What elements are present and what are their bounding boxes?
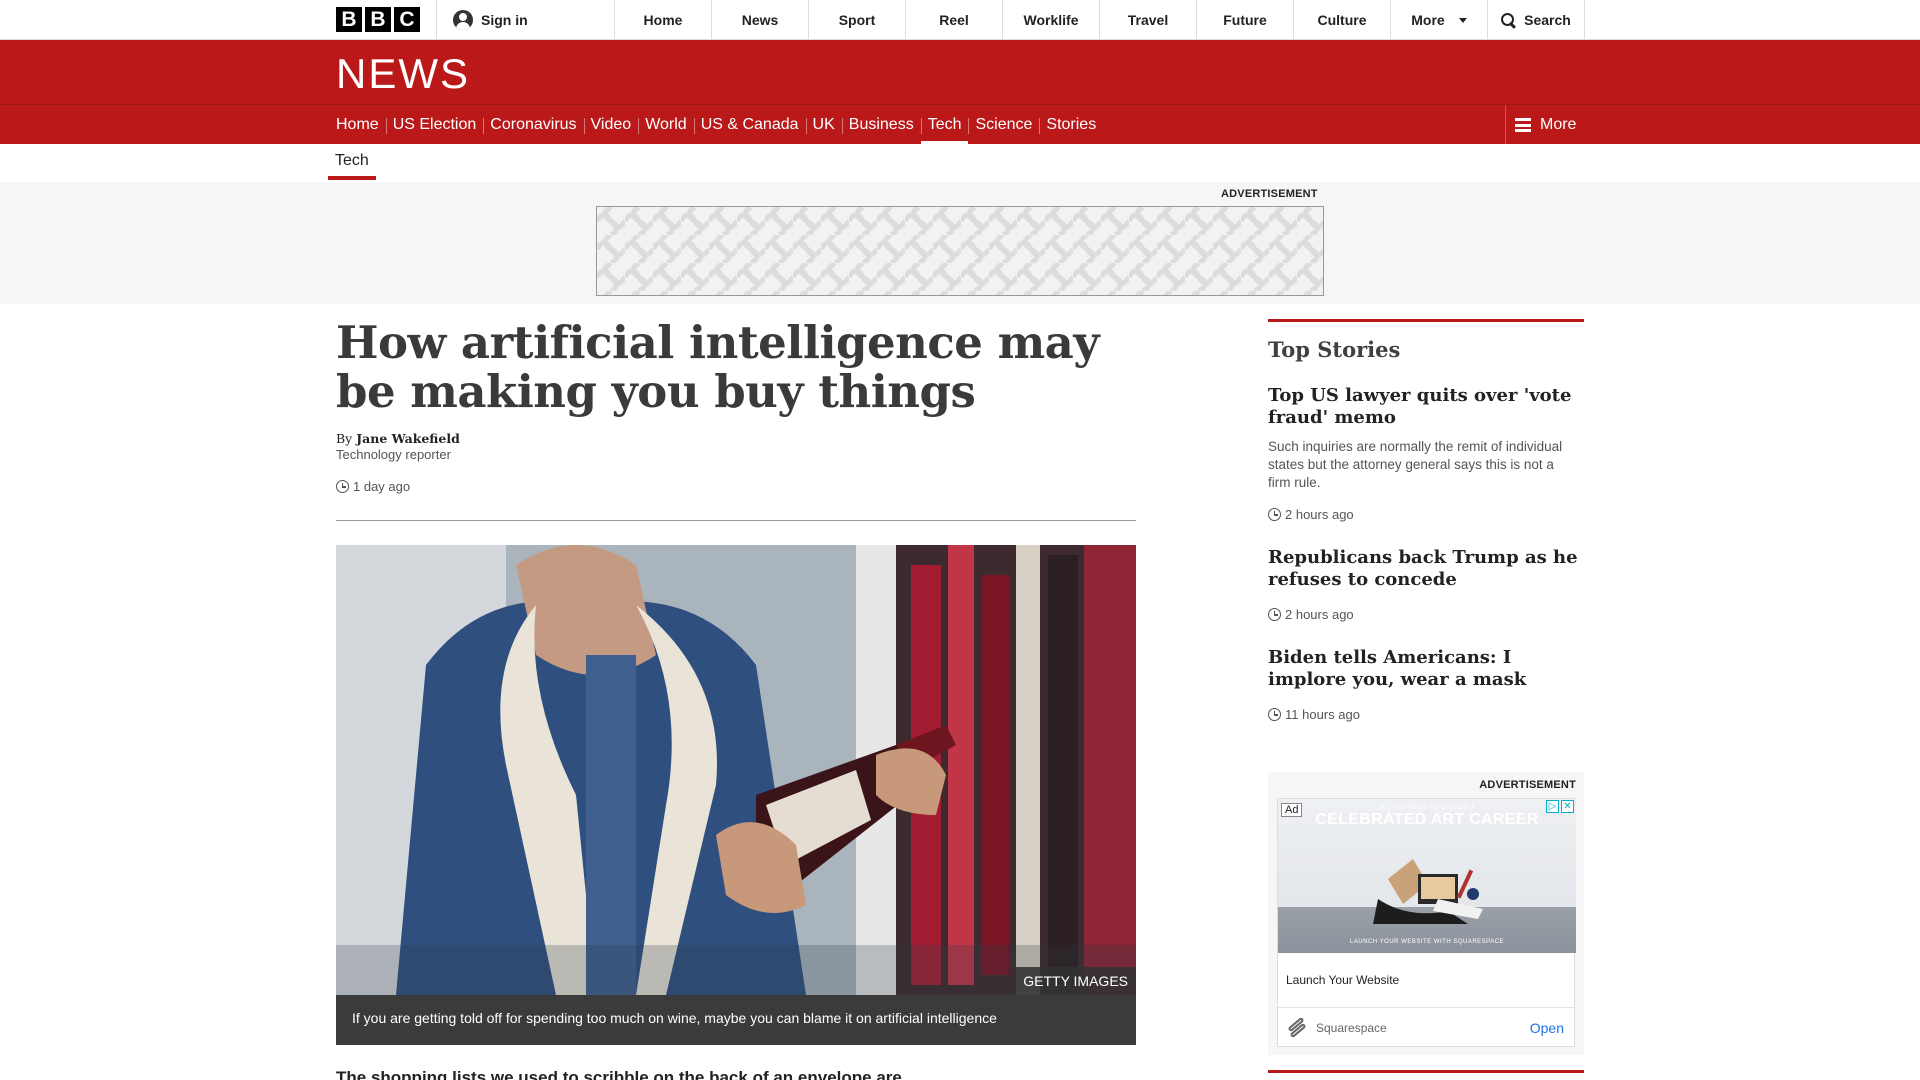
ad-brand: Squarespace [1316,1020,1387,1035]
byline: By Jane Wakefield [336,431,460,446]
section-nav-world[interactable]: World [638,105,694,145]
section-nav-home[interactable]: Home [336,105,386,145]
bbc-logo-letter: B [336,7,362,32]
section-nav-coronavirus[interactable]: Coronavirus [483,105,583,145]
advertisement-label: ADVERTISEMENT [1221,188,1318,200]
section-nav-us-election[interactable]: US Election [385,105,484,145]
bbc-top-bar: B B C Sign in Home News Sport Reel Workl… [0,0,1920,40]
section-nav-uk[interactable]: UK [805,105,842,145]
top-nav-home[interactable]: Home [614,0,711,40]
article-divider [336,520,1136,521]
top-nav-reel[interactable]: Reel [905,0,1002,40]
top-story-timestamp: 2 hours ago [1268,507,1354,522]
article-headline: How artificial intelligence may be makin… [336,316,1100,418]
bbc-logo-letter: B [365,7,391,32]
top-advert-band: ADVERTISEMENT [0,182,1920,304]
image-credit: GETTY IMAGES [1015,967,1136,995]
side-section-rule [1268,1070,1584,1073]
top-nav-culture[interactable]: Culture [1293,0,1390,40]
section-nav-science[interactable]: Science [968,105,1039,145]
clock-icon [1268,608,1281,621]
top-nav-more[interactable]: More [1390,0,1487,40]
bbc-top-nav: Home News Sport Reel Worklife Travel Fut… [614,0,1585,40]
ad-choices-icon[interactable]: ▷ [1546,800,1559,813]
squarespace-ad-card[interactable]: ALL YOU NEED TO LAUNCH A CELEBRATED ART … [1277,798,1576,1047]
search-button[interactable]: Search [1487,0,1585,40]
section-nav-business[interactable]: Business [841,105,921,145]
bbc-logo-letter: C [394,7,420,32]
search-label: Search [1524,12,1571,28]
side-advert: ADVERTISEMENT ALL YOU NEED TO LAUNCH A C… [1268,772,1584,1055]
top-stories-title: Top Stories [1268,337,1401,362]
section-nav-tech[interactable]: Tech [920,105,969,145]
tab-tech[interactable]: Tech [328,144,376,182]
sign-in-link[interactable]: Sign in [436,0,614,40]
article-body-first-line: The shopping lists we used to scribble o… [336,1068,902,1080]
author-name: Jane Wakefield [356,431,460,446]
author-role: Technology reporter [336,447,451,462]
menu-icon [1515,118,1531,132]
top-story-headline[interactable]: Biden tells Americans: I implore you, we… [1268,647,1578,691]
top-nav-news[interactable]: News [711,0,808,40]
close-icon[interactable]: ✕ [1561,800,1574,813]
ad-placeholder-pattern [597,207,1323,295]
section-nav-video[interactable]: Video [583,105,639,145]
clock-icon [336,480,349,493]
top-story-time: 2 hours ago [1285,507,1354,522]
clock-icon [1268,708,1281,721]
published-time: 1 day ago [353,479,411,494]
top-nav-worklife[interactable]: Worklife [1002,0,1099,40]
clock-icon [1268,508,1281,521]
byline-prefix: By [336,431,353,446]
sub-nav: Tech [0,144,1920,182]
top-nav-sport[interactable]: Sport [808,0,905,40]
account-icon [453,10,473,30]
section-nav-us-canada[interactable]: US & Canada [693,105,806,145]
ad-illustration [1373,859,1483,924]
ad-footer: Squarespace Open [1278,1007,1574,1047]
section-nav-stories[interactable]: Stories [1039,105,1103,145]
ad-choices[interactable]: ▷ ✕ [1546,800,1574,813]
image-caption: If you are getting told off for spending… [336,995,1136,1045]
ad-cta-text[interactable]: Launch Your Website [1286,973,1399,987]
top-nav-future[interactable]: Future [1196,0,1293,40]
news-banner: NEWS [0,40,1920,104]
ad-tagline-bottom: LAUNCH YOUR WEBSITE WITH SQUARESPACE [1349,939,1505,945]
top-story-time: 11 hours ago [1285,707,1360,722]
top-story-headline[interactable]: Republicans back Trump as he refuses to … [1268,547,1578,591]
ad-badge: Ad [1281,803,1303,817]
top-story-timestamp: 2 hours ago [1268,607,1354,622]
advert-slot[interactable] [596,206,1324,296]
ad-creative: ALL YOU NEED TO LAUNCH A CELEBRATED ART … [1278,799,1576,953]
top-story-summary: Such inquiries are normally the remit of… [1268,439,1563,490]
top-story-headline[interactable]: Top US lawyer quits over 'vote fraud' me… [1268,385,1578,429]
advertisement-label: ADVERTISEMENT [1479,779,1576,791]
shopper-wine-photo [336,545,1136,995]
top-nav-more-label: More [1411,12,1445,28]
article-image: GETTY IMAGES [336,545,1136,995]
sign-in-label: Sign in [481,12,528,28]
news-logo[interactable]: NEWS [336,50,470,98]
top-stories-rule [1268,319,1584,322]
bbc-logo[interactable]: B B C [336,7,420,32]
section-nav-more-label: More [1540,116,1577,133]
chevron-down-icon [1458,17,1467,23]
top-story-timestamp: 11 hours ago [1268,707,1360,722]
top-story-time: 2 hours ago [1285,607,1354,622]
search-icon [1501,12,1516,28]
top-nav-travel[interactable]: Travel [1099,0,1196,40]
section-nav: Home US Election Coronavirus Video World… [0,104,1920,145]
article-timestamp: 1 day ago [336,479,410,494]
squarespace-logo-icon [1286,1016,1308,1038]
ad-open-button[interactable]: Open [1530,1020,1564,1036]
section-nav-more[interactable]: More [1505,105,1576,145]
